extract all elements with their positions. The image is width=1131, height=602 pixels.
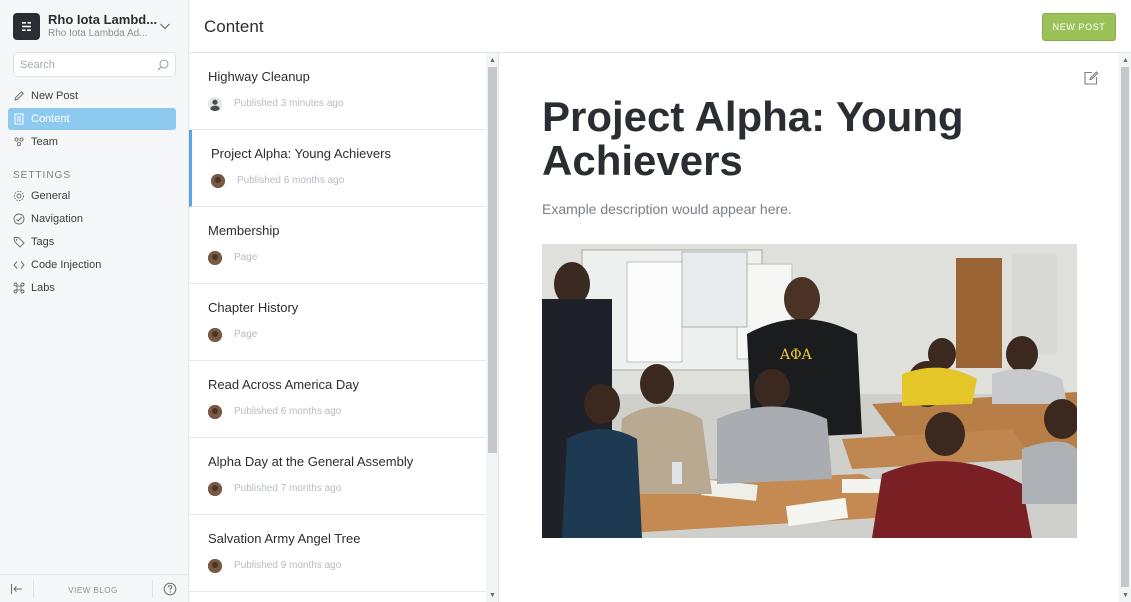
avatar-photo [208,328,222,342]
post-title: Highway Cleanup [208,69,310,84]
author-avatar [208,97,222,111]
post-status: Published 6 months ago [234,406,342,417]
nav-navigation[interactable]: Navigation [8,208,176,230]
post-title: Membership [208,223,280,238]
blog-subtitle: Rho Iota Lambda Ad... [48,28,148,39]
preview-description: Example description would appear here. [542,201,792,217]
footer-divider [33,580,34,598]
new-post-button[interactable]: NEW POST [1042,13,1116,41]
svg-text:ΑΦΑ: ΑΦΑ [779,347,813,363]
avatar-photo [211,174,225,188]
post-status: Published 6 months ago [237,175,345,186]
author-avatar [208,559,222,573]
post-preview: Project Alpha: Young Achievers Example d… [500,53,1119,602]
featured-image: ΑΦΑ [542,244,1077,538]
labs-icon [13,282,25,294]
author-avatar [208,405,222,419]
scrollbar-thumb[interactable] [1121,67,1129,587]
classroom-photo: ΑΦΑ [542,244,1077,538]
avatar-photo [208,251,222,265]
tag-icon [13,237,25,248]
compass-icon [13,213,25,225]
search-box[interactable] [13,52,176,77]
scroll-down-arrow-icon[interactable]: ▼ [1122,592,1129,599]
post-title: Project Alpha: Young Achievers [211,146,391,161]
avatar-photo [208,559,222,573]
nav-content[interactable]: Content [8,108,176,130]
team-icon [14,137,24,147]
edit-post-icon[interactable] [1083,70,1099,86]
content-header: Content NEW POST [189,0,1131,53]
scroll-up-arrow-icon[interactable]: ▲ [1122,57,1129,64]
sidebar: Rho Iota Lambd... Rho Iota Lambda Ad... … [0,0,189,602]
pencil-icon [14,91,24,101]
gear-icon [13,190,25,202]
nav-labs-label: Labs [31,282,55,294]
post-status: Published 3 minutes ago [234,98,344,109]
post-list-item[interactable]: Highway Cleanup Published 3 minutes ago [189,53,486,130]
author-avatar [208,482,222,496]
sidebar-footer: VIEW BLOG [0,574,188,602]
document-icon [14,113,24,125]
post-status: Published 9 months ago [234,560,342,571]
nav-code-injection[interactable]: Code Injection [8,254,176,276]
settings-heading: SETTINGS [13,170,72,181]
post-title: Salvation Army Angel Tree [208,531,361,546]
post-status: Page [234,252,258,263]
post-list-scrollbar[interactable]: ▲ ▼ [486,53,499,602]
search-icon[interactable] [156,58,170,72]
scrollbar-thumb[interactable] [488,67,497,453]
nav-general[interactable]: General [8,185,176,207]
scroll-up-arrow-icon[interactable]: ▲ [489,57,496,64]
nav-new-post-label: New Post [31,90,79,102]
nav-labs[interactable]: Labs [8,277,176,299]
author-avatar [211,174,225,188]
footer-divider [152,580,153,598]
avatar-photo [208,405,222,419]
ghost-menu-icon [22,22,31,31]
post-title: Read Across America Day [208,377,360,392]
post-status: Published 7 months ago [234,483,342,494]
post-list-item[interactable]: Read Across America Day Published 6 mont… [189,361,486,438]
help-icon[interactable] [163,582,177,596]
preview-title: Project Alpha: Young Achievers [542,93,964,184]
post-list-item[interactable]: Membership Page [189,207,486,284]
post-list: Highway Cleanup Published 3 minutes ago … [189,53,486,602]
preview-scrollbar[interactable]: ▲ ▼ [1119,53,1131,602]
blog-title: Rho Iota Lambd... [48,12,158,27]
scroll-down-arrow-icon[interactable]: ▼ [489,592,496,599]
blog-switcher[interactable]: Rho Iota Lambd... Rho Iota Lambda Ad... [0,0,188,52]
author-avatar [208,251,222,265]
post-list-item[interactable]: Alpha Day at the General Assembly Publis… [189,438,486,515]
collapse-sidebar-icon[interactable] [10,583,24,595]
chevron-down-icon[interactable] [159,20,171,32]
post-title: Alpha Day at the General Assembly [208,454,414,469]
nav-team[interactable]: Team [8,131,176,153]
avatar-photo [208,482,222,496]
post-status: Page [234,329,258,340]
nav-new-post[interactable]: New Post [8,85,176,107]
nav-code-injection-label: Code Injection [31,259,102,271]
search-input[interactable] [20,57,150,73]
nav-content-label: Content [31,113,70,125]
code-icon [13,261,25,269]
post-title: Chapter History [208,300,299,315]
author-avatar [208,328,222,342]
nav-team-label: Team [31,136,58,148]
nav-navigation-label: Navigation [31,213,83,225]
post-list-item[interactable]: Chapter History Page [189,284,486,361]
page-title: Content [204,17,264,36]
nav-tags-label: Tags [31,236,55,248]
post-list-item[interactable]: Salvation Army Angel Tree Published 9 mo… [189,515,486,592]
nav-tags[interactable]: Tags [8,231,176,253]
post-list-item-selected[interactable]: Project Alpha: Young Achievers Published… [189,130,486,207]
nav-general-label: General [31,190,71,202]
user-silhouette-icon [210,99,220,111]
blog-logo [13,13,40,40]
view-blog-link[interactable]: VIEW BLOG [35,586,151,595]
